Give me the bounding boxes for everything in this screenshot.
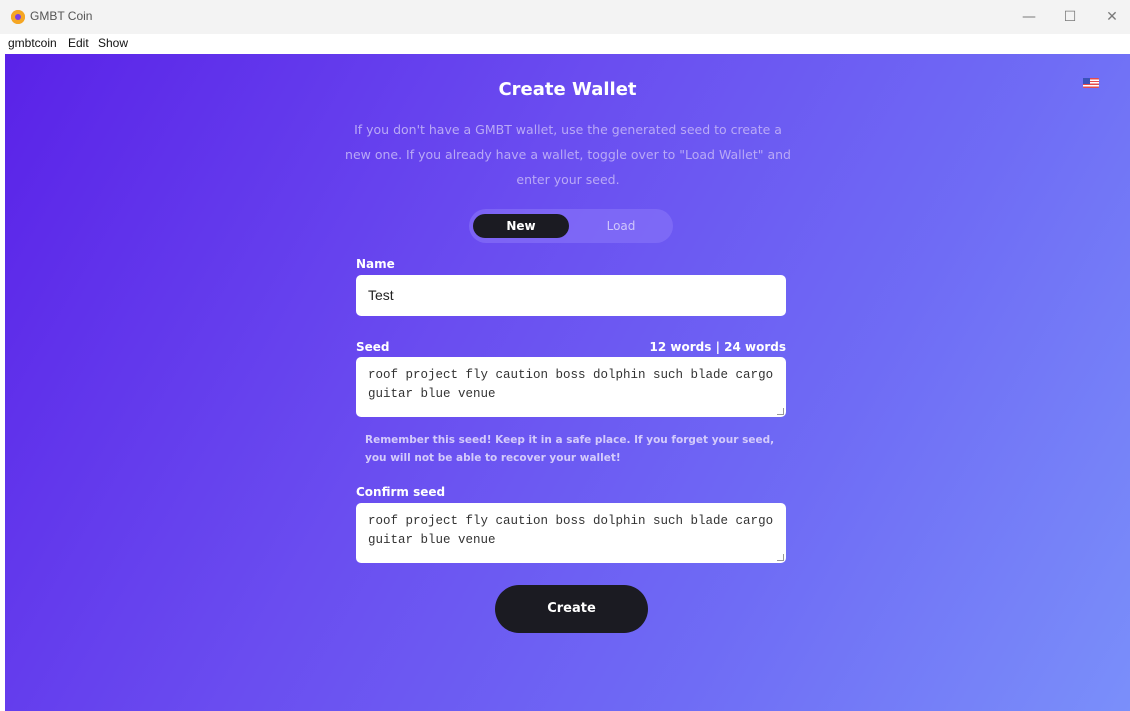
confirm-seed-textarea[interactable]: roof project fly caution boss dolphin su… — [356, 503, 786, 563]
name-label: Name — [356, 257, 395, 271]
seed-warning: Remember this seed! Keep it in a safe pl… — [365, 434, 775, 464]
title-bar: GMBT Coin — ☐ ✕ — [0, 0, 1130, 34]
create-wallet-panel: Create Wallet If you don't have a GMBT w… — [5, 54, 1130, 711]
minimize-button[interactable]: — — [1014, 6, 1044, 28]
seed-word-count-toggle[interactable]: 12 words | 24 words — [565, 340, 786, 354]
create-button[interactable]: Create — [495, 585, 648, 633]
window-title: GMBT Coin — [30, 9, 93, 23]
new-load-toggle[interactable]: New Load — [469, 209, 673, 243]
menu-show[interactable]: Show — [98, 36, 128, 50]
resize-grip-icon[interactable] — [777, 554, 784, 561]
toggle-load-option[interactable]: Load — [573, 214, 669, 238]
menu-gmbtcoin[interactable]: gmbtcoin — [8, 36, 57, 50]
maximize-button[interactable]: ☐ — [1055, 6, 1085, 28]
close-button[interactable]: ✕ — [1097, 6, 1127, 28]
page-title: Create Wallet — [498, 79, 637, 100]
menu-bar: gmbtcoin Edit Show — [0, 34, 1130, 54]
resize-grip-icon[interactable] — [777, 408, 784, 415]
seed-textarea[interactable]: roof project fly caution boss dolphin su… — [356, 357, 786, 417]
page-description: If you don't have a GMBT wallet, use the… — [345, 122, 791, 187]
confirm-seed-text: roof project fly caution boss dolphin su… — [368, 514, 774, 547]
seed-label: Seed — [356, 340, 390, 354]
app-logo-icon — [11, 10, 25, 24]
confirm-seed-label: Confirm seed — [356, 485, 446, 499]
name-input[interactable]: Test — [356, 275, 786, 316]
seed-text: roof project fly caution boss dolphin su… — [368, 368, 774, 401]
toggle-new-option[interactable]: New — [473, 214, 569, 238]
menu-edit[interactable]: Edit — [68, 36, 89, 50]
